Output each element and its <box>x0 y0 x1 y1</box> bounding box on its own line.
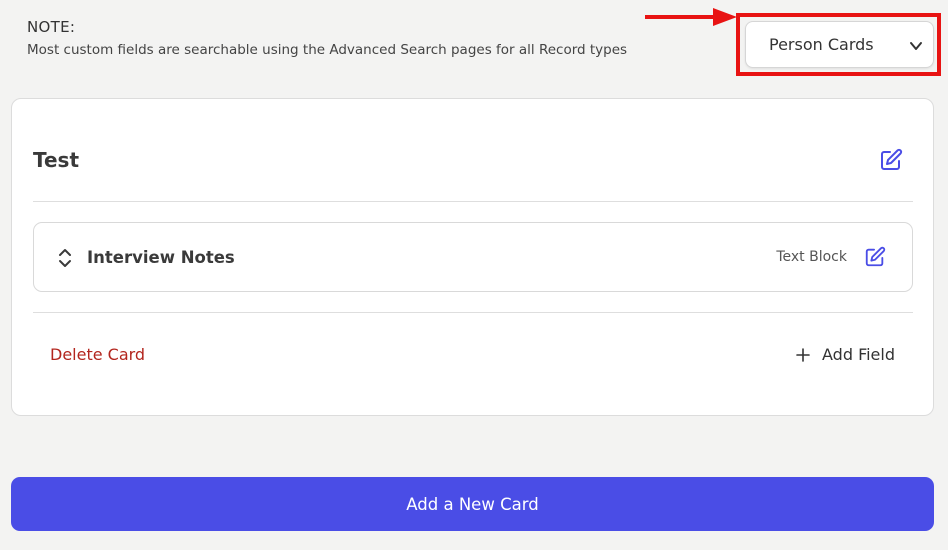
sort-handle-icon[interactable] <box>57 248 73 268</box>
chevron-down-icon <box>910 42 922 50</box>
note-title: NOTE: <box>27 18 76 36</box>
card-title: Test <box>33 148 80 172</box>
edit-card-icon[interactable] <box>879 148 903 172</box>
add-field-label: Add Field <box>822 345 895 364</box>
card-divider-top <box>33 201 913 202</box>
delete-card-button[interactable]: Delete Card <box>50 345 145 364</box>
card-divider-bottom <box>33 312 913 313</box>
field-name: Interview Notes <box>87 248 235 267</box>
card-type-select[interactable]: Person Cards <box>745 21 934 68</box>
field-type-label: Text Block <box>776 249 847 265</box>
field-row[interactable]: Interview Notes Text Block <box>33 222 913 292</box>
card-panel: Test Interview Notes Text Block Delete C… <box>11 98 934 416</box>
plus-icon <box>796 347 810 362</box>
card-type-select-value: Person Cards <box>769 35 874 54</box>
edit-field-icon[interactable] <box>864 246 886 268</box>
annotation-arrow-icon <box>645 8 737 26</box>
note-text: Most custom fields are searchable using … <box>27 42 628 58</box>
add-field-button[interactable]: Add Field <box>796 345 895 364</box>
add-new-card-button[interactable]: Add a New Card <box>11 477 934 531</box>
